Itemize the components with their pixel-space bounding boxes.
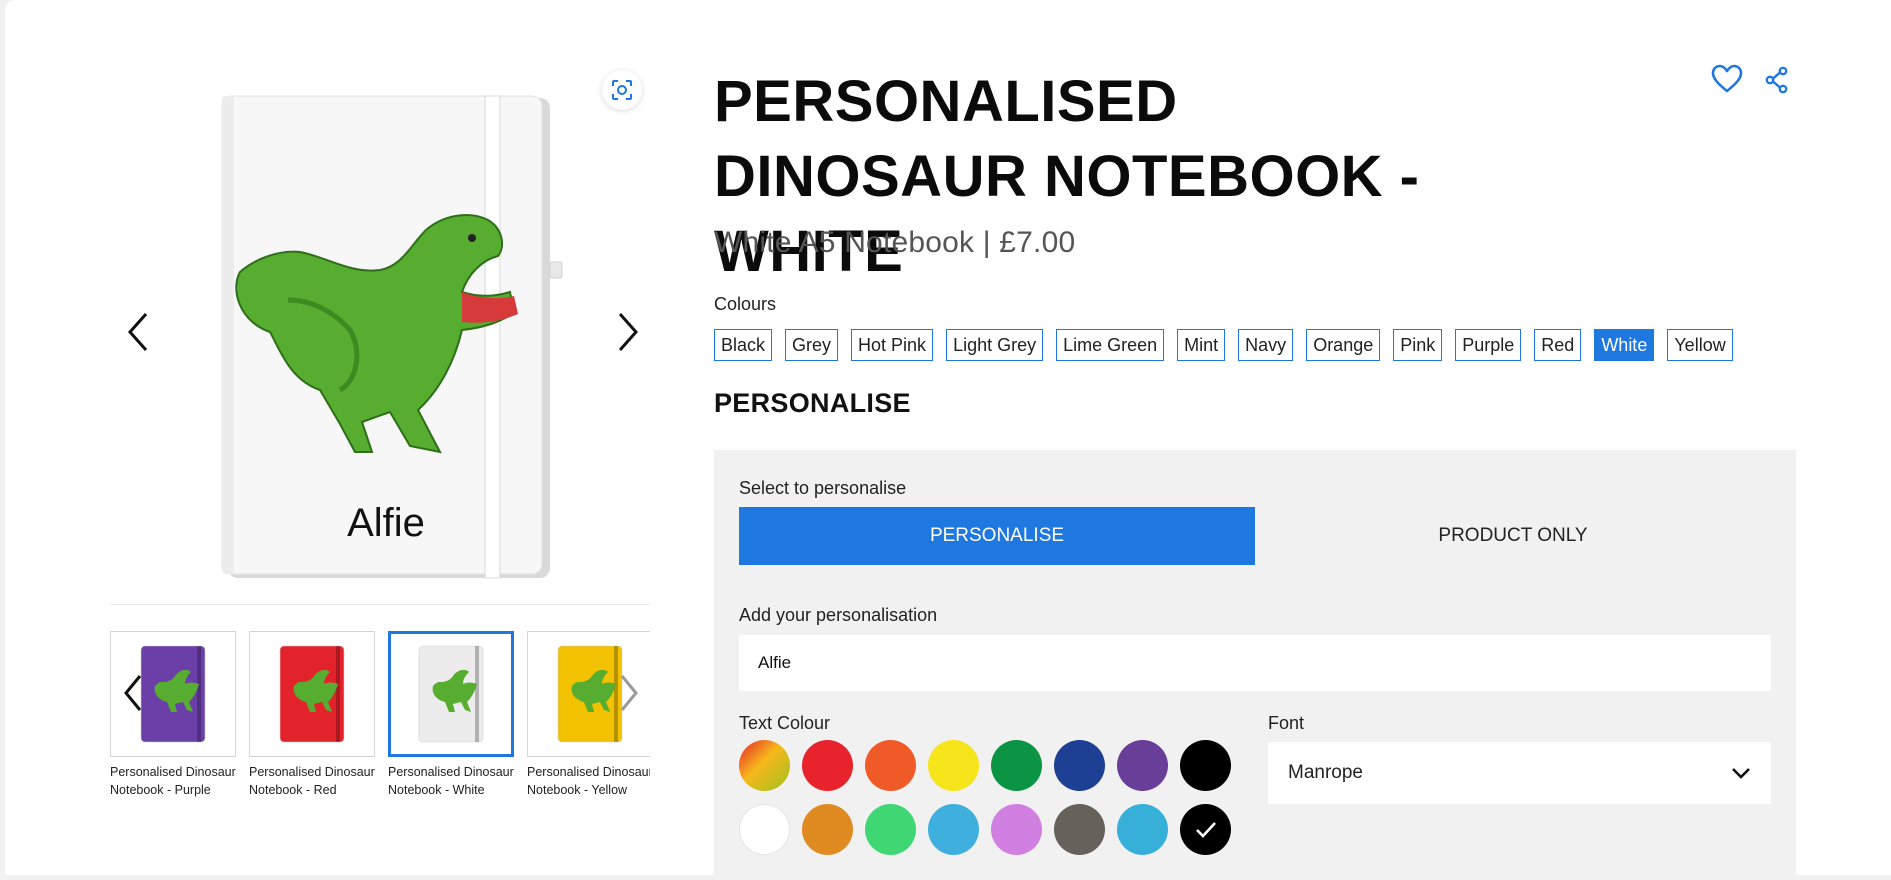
chevron-left-icon [127,313,148,351]
colour-swatch-mint[interactable]: Mint [1177,329,1226,361]
chevron-right-icon [620,675,638,711]
text-colour-swatch[interactable] [991,804,1042,855]
thumbnail-strip: Personalised Dinosaur Notebook - Purple P… [110,631,650,821]
main-product-image[interactable]: Alfie [110,60,650,600]
thumbnail-image [249,631,375,757]
text-colour-swatch[interactable] [928,740,979,791]
thumbnail-next-button[interactable] [614,668,644,718]
colour-options: Black Grey Hot Pink Light Grey Lime Green Min… [714,329,1733,361]
text-colour-options [739,740,1239,860]
text-colour-swatch[interactable] [802,804,853,855]
product-only-option-button[interactable]: PRODUCT ONLY [1255,507,1771,565]
colour-swatch-lime-green[interactable]: Lime Green [1056,329,1165,361]
text-colour-swatch[interactable] [739,804,790,855]
font-select[interactable]: Manrope [1268,742,1771,804]
thumbnail-image [388,631,514,757]
text-colour-swatch[interactable] [802,740,853,791]
colour-swatch-pink[interactable]: Pink [1393,329,1443,361]
thumbnail-caption: Personalised Dinosaur Notebook - White [388,765,514,797]
colour-swatch-purple[interactable]: Purple [1455,329,1522,361]
text-colour-swatch[interactable] [928,804,979,855]
heart-icon [1711,64,1743,93]
font-select-value: Manrope [1288,762,1363,783]
preview-name-text: Alfie [347,501,425,545]
thumbnail-caption: Personalised Dinosaur Notebook - Yellow [527,765,650,797]
checkmark-icon [1195,821,1216,838]
select-personalise-label: Select to personalise [739,478,907,498]
share-icon [1765,66,1788,94]
text-colour-swatch[interactable] [1180,740,1231,791]
gallery-prev-button[interactable] [118,306,158,358]
personalisation-input[interactable] [739,635,1771,691]
chevron-down-icon [1732,768,1750,779]
text-colour-swatch[interactable] [1054,740,1105,791]
text-colour-label: Text Colour [739,713,831,733]
colour-swatch-yellow[interactable]: Yellow [1667,329,1733,361]
thumbnail-item[interactable]: Personalised Dinosaur Notebook - Red [249,631,375,799]
chevron-right-icon [618,313,639,351]
colour-swatch-white[interactable]: White [1594,329,1655,361]
font-label: Font [1268,713,1305,733]
gallery-next-button[interactable] [608,306,648,358]
text-colour-swatch[interactable] [1180,804,1231,855]
colour-swatch-orange[interactable]: Orange [1306,329,1381,361]
text-colour-swatch[interactable] [991,740,1042,791]
zoom-button[interactable] [602,70,642,110]
thumbnail-caption: Personalised Dinosaur Notebook - Red [249,765,375,797]
thumbnail-prev-button[interactable] [118,668,148,718]
share-button[interactable] [1764,66,1790,94]
thumbnail-caption: Personalised Dinosaur Notebook - Purple [110,765,236,797]
colour-swatch-navy[interactable]: Navy [1238,329,1294,361]
text-colour-swatch[interactable] [1117,740,1168,791]
colour-swatch-black[interactable]: Black [714,329,773,361]
chevron-left-icon [124,675,142,711]
product-subtitle: White A5 Notebook | £7.00 [714,226,1076,259]
gallery-divider [110,604,650,605]
wishlist-button[interactable] [1710,62,1744,96]
text-colour-swatch[interactable] [1117,804,1168,855]
colour-swatch-red[interactable]: Red [1534,329,1582,361]
text-colour-swatch[interactable] [865,804,916,855]
text-colour-swatch[interactable] [1054,804,1105,855]
colour-swatch-light-grey[interactable]: Light Grey [946,329,1044,361]
colours-label: Colours [714,294,777,314]
personalise-option-button[interactable]: PERSONALISE [739,507,1255,565]
zoom-scan-icon [612,80,632,100]
text-colour-swatch[interactable] [865,740,916,791]
colour-swatch-grey[interactable]: Grey [785,329,839,361]
thumbnail-item[interactable]: Personalised Dinosaur Notebook - White [388,631,514,799]
text-colour-swatch[interactable] [739,740,790,791]
personalise-heading: PERSONALISE [714,388,911,418]
add-personalisation-label: Add your personalisation [739,605,938,625]
colour-swatch-hot-pink[interactable]: Hot Pink [851,329,934,361]
personalise-toggle: PERSONALISE PRODUCT ONLY [739,507,1771,565]
